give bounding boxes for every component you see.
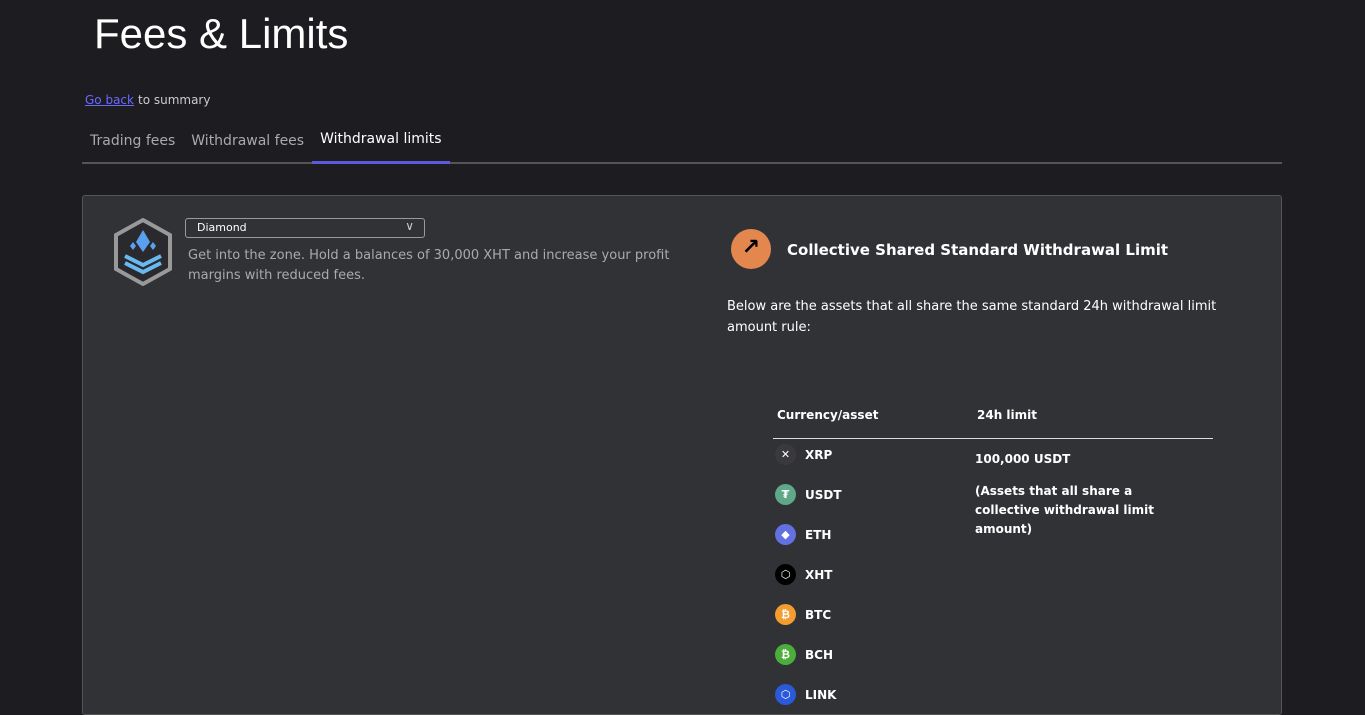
column-header-asset: Currency/asset	[777, 408, 879, 422]
xrp-coin-icon: ✕	[775, 444, 796, 465]
limit-note: (Assets that all share a collective with…	[975, 484, 1154, 536]
asset-row: ₿ BTC	[775, 604, 831, 625]
asset-symbol: XHT	[805, 567, 833, 582]
tab-withdrawal-fees[interactable]: Withdrawal fees	[183, 126, 312, 164]
asset-symbol: XRP	[805, 447, 833, 462]
section-title: Collective Shared Standard Withdrawal Li…	[787, 241, 1169, 259]
section-intro: Below are the assets that all share the …	[727, 299, 1217, 335]
btc-coin-icon: ₿	[775, 604, 796, 625]
tabs: Trading fees Withdrawal fees Withdrawal …	[82, 126, 1282, 164]
tier-select[interactable]: Diamond ∨	[185, 218, 425, 238]
asset-symbol: USDT	[805, 487, 842, 502]
asset-row: ₮ USDT	[775, 484, 842, 505]
tab-withdrawal-limits[interactable]: Withdrawal limits	[312, 126, 450, 164]
asset-row: ⬡ LINK	[775, 684, 836, 705]
eth-coin-icon: ◆	[775, 524, 796, 545]
asset-symbol: BCH	[805, 647, 833, 662]
page-title: Fees & Limits	[94, 10, 349, 57]
asset-symbol: LINK	[805, 687, 837, 702]
xht-coin-icon: ⬡	[775, 564, 796, 585]
divider	[773, 438, 1213, 439]
asset-row: ⬡ XHT	[775, 564, 832, 585]
tier-description: Get into the zone. Hold a balances of 30…	[188, 248, 670, 283]
tab-trading-fees[interactable]: Trading fees	[82, 126, 183, 164]
asset-row: ◆ ETH	[775, 524, 831, 545]
back-suffix: to summary	[137, 93, 211, 107]
arrow-up-right-icon: ↗	[731, 229, 771, 269]
usdt-coin-icon: ₮	[775, 484, 796, 505]
go-back-link[interactable]: Go back	[85, 93, 134, 107]
tier-select-value: Diamond	[197, 221, 247, 234]
limits-panel: Diamond ∨ Get into the zone. Hold a balan…	[82, 195, 1282, 715]
asset-row: ₿ BCH	[775, 644, 833, 665]
chevron-down-icon: ∨	[405, 219, 414, 233]
column-header-limit: 24h limit	[977, 408, 1037, 422]
asset-row: ✕ XRP	[775, 444, 832, 465]
asset-symbol: BTC	[805, 607, 832, 622]
limit-value: 100,000 USDT	[975, 452, 1071, 466]
breadcrumb: Go back to summary	[85, 93, 210, 107]
asset-symbol: ETH	[805, 527, 832, 542]
diamond-tier-badge-icon	[114, 218, 172, 286]
link-coin-icon: ⬡	[775, 684, 796, 705]
bch-coin-icon: ₿	[775, 644, 796, 665]
